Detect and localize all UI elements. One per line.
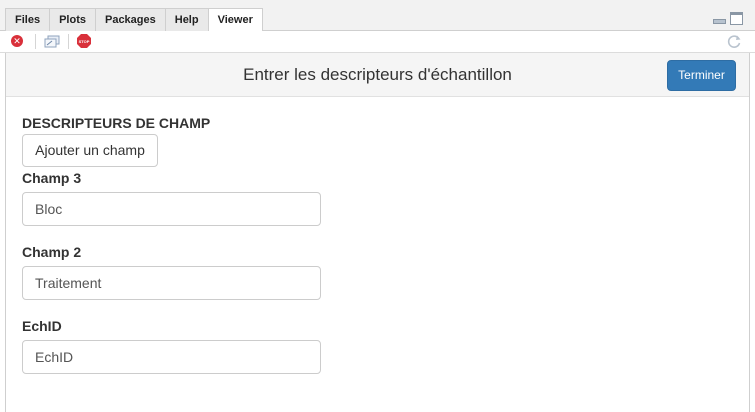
viewer-app-frame: Entrer les descripteurs d'échantillon Te… [5, 53, 750, 412]
toolbar-separator [35, 34, 36, 49]
tab-packages[interactable]: Packages [94, 8, 166, 31]
tab-files[interactable]: Files [5, 8, 51, 31]
tab-plots[interactable]: Plots [49, 8, 96, 31]
pane-tab-bar: Files Plots Packages Help Viewer [0, 0, 755, 32]
tab-viewer[interactable]: Viewer [207, 8, 263, 32]
minimize-pane-icon[interactable] [713, 19, 726, 24]
viewer-toolbar: ✕ STOP [0, 31, 755, 53]
field-input-champ-2[interactable]: Traitement [22, 266, 321, 300]
field-label-champ-3: Champ 3 [22, 170, 82, 186]
field-label-champ-2: Champ 2 [22, 244, 82, 260]
tab-help[interactable]: Help [164, 8, 209, 31]
add-field-button[interactable]: Ajouter un champ [22, 134, 158, 167]
done-button[interactable]: Terminer [667, 60, 736, 91]
app-navbar: Entrer les descripteurs d'échantillon Te… [6, 53, 749, 97]
close-circle-icon[interactable]: ✕ [11, 35, 23, 47]
pane-window-controls [713, 12, 743, 25]
section-title: DESCRIPTEURS DE CHAMP [22, 115, 211, 131]
field-label-echid: EchID [22, 318, 62, 334]
pane-tabs: Files Plots Packages Help Viewer [5, 8, 263, 32]
field-input-champ-3[interactable]: Bloc [22, 192, 321, 226]
page-title: Entrer les descripteurs d'échantillon [243, 65, 512, 84]
field-input-echid[interactable]: EchID [22, 340, 321, 374]
refresh-icon[interactable] [727, 34, 742, 49]
maximize-pane-icon[interactable] [730, 12, 743, 25]
show-in-window-icon[interactable] [44, 35, 60, 48]
toolbar-separator [68, 34, 69, 49]
stop-icon[interactable]: STOP [77, 34, 91, 48]
stop-label: STOP [79, 39, 90, 44]
